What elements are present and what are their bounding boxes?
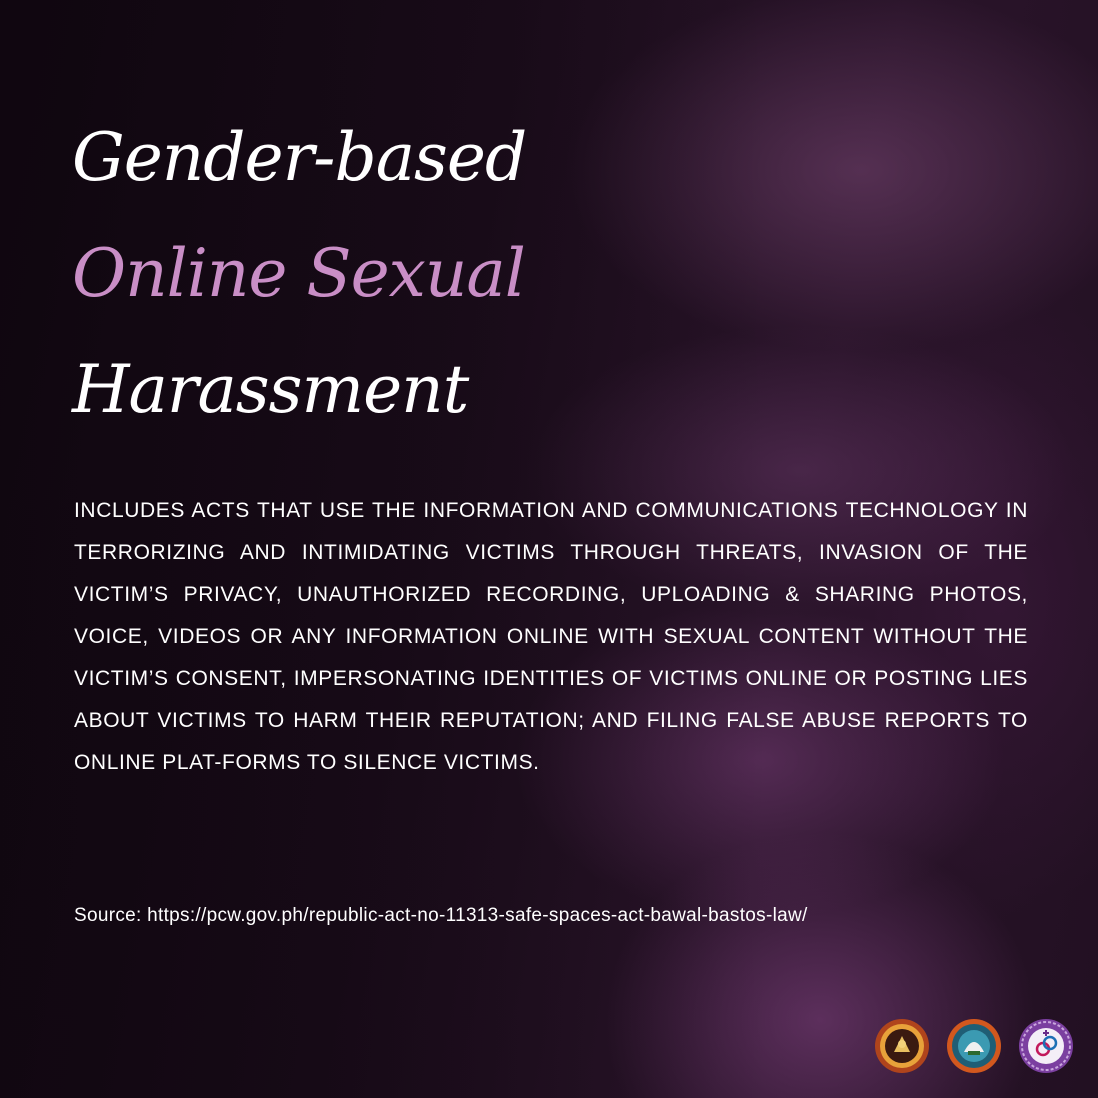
definition-text: INCLUDES ACTS THAT USE THE INFORMATION A… xyxy=(74,499,1028,774)
office-seal-icon xyxy=(947,1019,1001,1073)
gender-development-seal-icon xyxy=(1019,1019,1073,1073)
source-citation: Source: https://pcw.gov.ph/republic-act-… xyxy=(74,905,808,926)
university-seal-icon xyxy=(875,1019,929,1073)
title-line-1: Gender-based xyxy=(72,119,527,196)
poster-title: Gender-based Online Sexual Harassment xyxy=(72,100,527,448)
logo-row xyxy=(874,1018,1074,1078)
title-line-2: Online Sexual xyxy=(72,235,526,312)
title-line-3: Harassment xyxy=(72,351,469,428)
poster: Gender-based Online Sexual Harassment IN… xyxy=(0,0,1098,1098)
